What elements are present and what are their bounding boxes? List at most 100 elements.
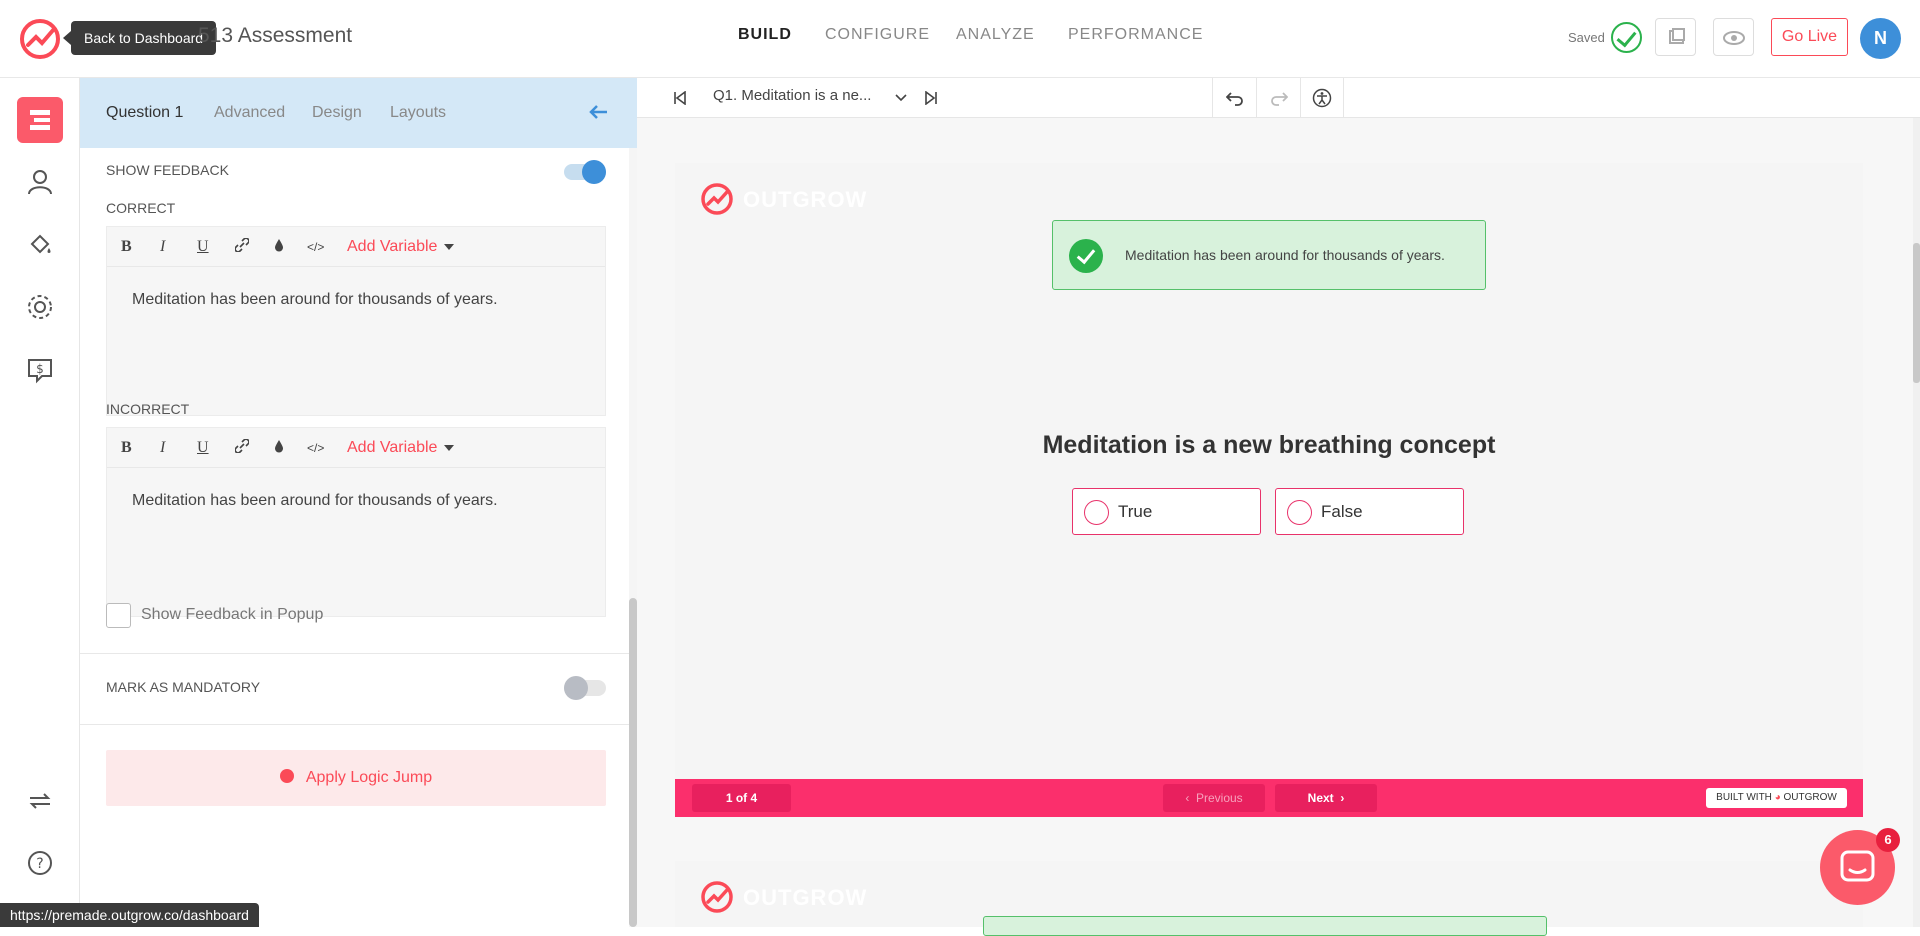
italic-button[interactable]: I bbox=[160, 439, 165, 457]
color-drop-icon[interactable] bbox=[273, 439, 285, 458]
previous-label: Previous bbox=[1195, 791, 1243, 805]
canvas-toolbar: Q1. Meditation is a ne... bbox=[637, 78, 1920, 118]
settings-nav[interactable] bbox=[17, 284, 63, 330]
option-false[interactable]: False bbox=[1275, 488, 1464, 535]
design-nav[interactable] bbox=[17, 222, 63, 268]
canvas-scrollbar-track[interactable] bbox=[1913, 118, 1920, 927]
nav-configure[interactable]: CONFIGURE bbox=[825, 26, 930, 44]
chat-badge: 6 bbox=[1876, 828, 1900, 852]
saved-check-icon bbox=[1611, 22, 1642, 53]
bold-button[interactable]: B bbox=[121, 439, 132, 457]
back-to-dashboard-tooltip: Back to Dashboard bbox=[62, 21, 217, 55]
redo-icon bbox=[1270, 92, 1288, 106]
next-button[interactable]: Next › bbox=[1275, 784, 1377, 812]
icon-sidebar: $ ? bbox=[0, 78, 80, 927]
question-screen: OUTGROW Meditation has been around for t… bbox=[675, 163, 1863, 817]
correct-feedback-text: Meditation has been around for thousands… bbox=[132, 291, 498, 308]
canvas-scrollbar-thumb[interactable] bbox=[1913, 243, 1920, 383]
undo-icon bbox=[1225, 92, 1243, 106]
panel-scrollbar-thumb[interactable] bbox=[629, 598, 637, 927]
option-label: False bbox=[1321, 502, 1363, 521]
underline-button[interactable]: U bbox=[197, 238, 209, 256]
first-question-icon[interactable] bbox=[673, 91, 687, 105]
gear-icon bbox=[28, 295, 52, 319]
show-feedback-label: SHOW FEEDBACK bbox=[106, 162, 229, 178]
feedback-notice bbox=[983, 916, 1547, 936]
color-drop-icon[interactable] bbox=[273, 238, 285, 257]
italic-button[interactable]: I bbox=[160, 238, 165, 256]
duplicate-button[interactable] bbox=[1655, 18, 1696, 56]
tab-layouts[interactable]: Layouts bbox=[390, 104, 446, 122]
collapse-arrow-icon[interactable] bbox=[587, 102, 609, 122]
link-icon[interactable] bbox=[234, 237, 250, 257]
avatar[interactable]: N bbox=[1860, 18, 1901, 59]
svg-text:$: $ bbox=[36, 362, 44, 376]
nav-build[interactable]: BUILD bbox=[738, 26, 792, 44]
feedback-notice-text: Meditation has been around for thousands… bbox=[1125, 247, 1445, 263]
radio-icon bbox=[1084, 500, 1109, 525]
user-nav[interactable] bbox=[17, 159, 63, 205]
bold-button[interactable]: B bbox=[121, 238, 132, 256]
next-question-screen: OUTGROW bbox=[675, 861, 1863, 936]
outgrow-logo-icon bbox=[701, 881, 733, 913]
previous-button[interactable]: ‹ Previous bbox=[1163, 784, 1265, 812]
brand-name: OUTGROW bbox=[743, 885, 868, 910]
mandatory-toggle[interactable] bbox=[564, 676, 606, 700]
built-with-brand: OUTGROW bbox=[1783, 792, 1837, 803]
link-icon[interactable] bbox=[234, 438, 250, 458]
code-icon[interactable]: </> bbox=[307, 240, 324, 254]
option-label: True bbox=[1118, 502, 1153, 521]
divider bbox=[80, 724, 629, 725]
accessibility-button[interactable] bbox=[1300, 78, 1344, 118]
chevron-left-icon: ‹ bbox=[1185, 791, 1196, 805]
built-with-badge[interactable]: BUILT WITH ◕ OUTGROW bbox=[1706, 788, 1847, 808]
pricing-nav[interactable]: $ bbox=[17, 347, 63, 393]
incorrect-label: INCORRECT bbox=[106, 401, 190, 417]
chevron-down-icon[interactable] bbox=[895, 93, 907, 103]
question-settings-panel: Question 1 Advanced Design Layouts SHOW … bbox=[80, 78, 637, 927]
help-nav[interactable]: ? bbox=[17, 840, 63, 886]
redo-button[interactable] bbox=[1256, 78, 1300, 118]
feedback-popup-checkbox[interactable] bbox=[106, 603, 131, 628]
preview-button[interactable] bbox=[1713, 18, 1754, 56]
outgrow-logo-icon[interactable] bbox=[18, 17, 62, 61]
check-circle-icon bbox=[1069, 239, 1103, 273]
go-live-button[interactable]: Go Live bbox=[1771, 18, 1848, 56]
help-icon: ? bbox=[28, 851, 52, 875]
nav-performance[interactable]: PERFORMANCE bbox=[1068, 26, 1203, 44]
nav-analyze[interactable]: ANALYZE bbox=[956, 26, 1035, 44]
tab-question-1[interactable]: Question 1 bbox=[106, 104, 183, 122]
show-feedback-toggle[interactable] bbox=[564, 160, 606, 184]
apply-logic-jump-button[interactable]: Apply Logic Jump bbox=[106, 750, 606, 806]
accessibility-icon bbox=[1312, 88, 1332, 108]
option-true[interactable]: True bbox=[1072, 488, 1261, 535]
eye-icon bbox=[1723, 31, 1745, 45]
mandatory-label: MARK AS MANDATORY bbox=[106, 679, 261, 695]
tab-design[interactable]: Design bbox=[312, 104, 362, 122]
add-variable-dropdown[interactable]: Add Variable bbox=[347, 439, 454, 457]
correct-feedback-editor[interactable]: B I U </> Add Variable Meditation has be… bbox=[106, 226, 606, 416]
editor-toolbar: B I U </> Add Variable bbox=[107, 227, 605, 267]
divider bbox=[80, 653, 629, 654]
undo-button[interactable] bbox=[1212, 78, 1256, 118]
underline-button[interactable]: U bbox=[197, 439, 209, 457]
sync-nav[interactable] bbox=[17, 778, 63, 824]
add-variable-dropdown[interactable]: Add Variable bbox=[347, 238, 454, 256]
status-url: https://premade.outgrow.co/dashboard bbox=[0, 903, 259, 927]
built-with-label: BUILT WITH bbox=[1716, 792, 1772, 803]
incorrect-feedback-text: Meditation has been around for thousands… bbox=[132, 492, 498, 509]
code-icon[interactable]: </> bbox=[307, 441, 324, 455]
incorrect-feedback-editor[interactable]: B I U </> Add Variable Meditation has be… bbox=[106, 427, 606, 617]
outgrow-logo-icon bbox=[701, 183, 733, 215]
radio-icon bbox=[1287, 500, 1312, 525]
paint-bucket-icon bbox=[30, 234, 51, 254]
dollar-chat-icon: $ bbox=[28, 359, 52, 384]
brand-name: OUTGROW bbox=[743, 187, 868, 212]
tab-advanced[interactable]: Advanced bbox=[214, 104, 285, 122]
builder-nav[interactable] bbox=[17, 97, 63, 143]
feedback-popup-label: Show Feedback in Popup bbox=[141, 606, 324, 623]
badge-logo-icon: ◕ bbox=[1774, 792, 1781, 803]
last-question-icon[interactable] bbox=[924, 91, 938, 105]
question-select[interactable]: Q1. Meditation is a ne... bbox=[713, 87, 871, 104]
logic-jump-icon bbox=[279, 769, 294, 783]
